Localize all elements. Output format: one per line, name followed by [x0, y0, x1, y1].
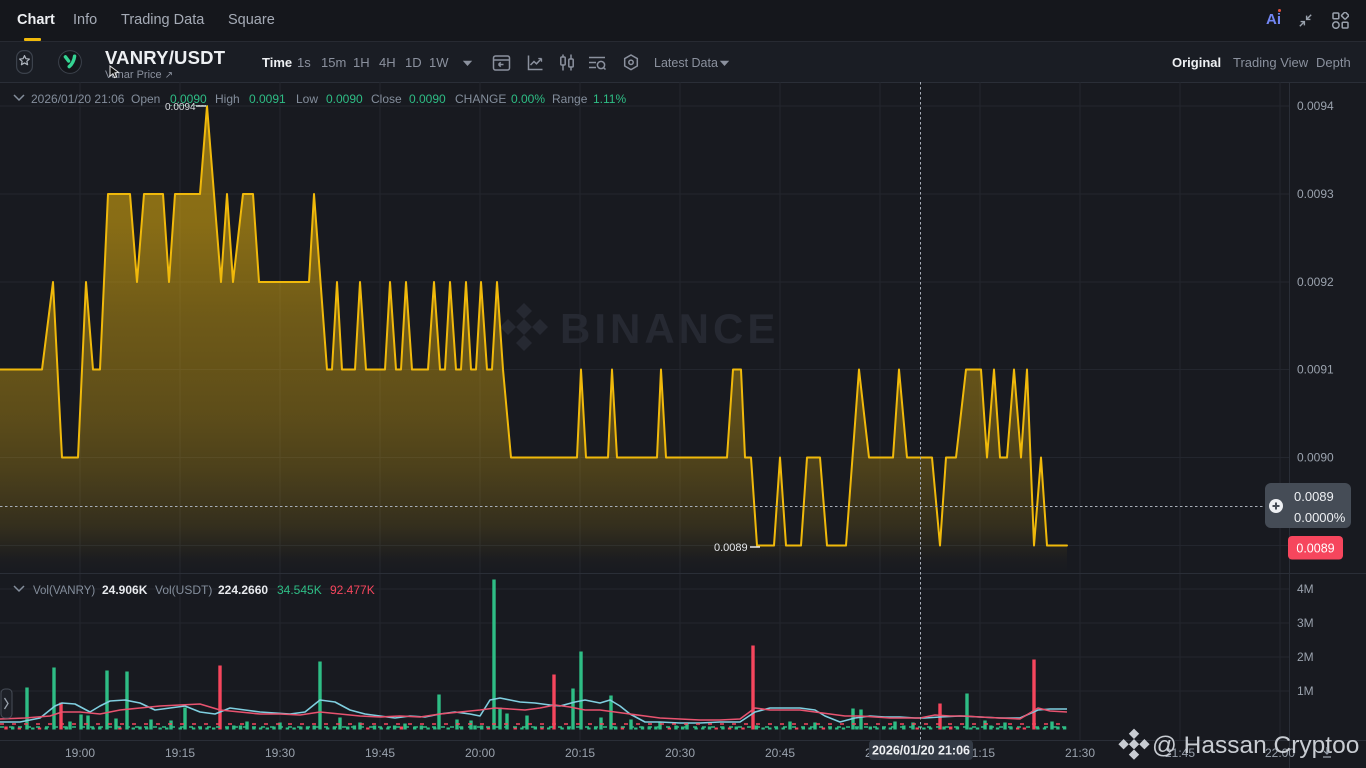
svg-text:CHANGE: CHANGE	[455, 92, 506, 106]
svg-text:2026/01/20 21:06: 2026/01/20 21:06	[31, 92, 125, 106]
svg-text:0.0090: 0.0090	[409, 92, 446, 106]
svg-text:Close: Close	[371, 92, 402, 106]
svg-text:Vol(VANRY): Vol(VANRY)	[33, 585, 95, 597]
svg-text:Open: Open	[131, 92, 160, 106]
svg-text:20:00: 20:00	[465, 746, 495, 760]
svg-text:BINANCE: BINANCE	[560, 305, 779, 352]
svg-text:0.0091: 0.0091	[249, 92, 286, 106]
svg-text:0.0089: 0.0089	[1294, 489, 1334, 504]
svg-text:19:45: 19:45	[365, 746, 395, 760]
svg-text:0.0090: 0.0090	[326, 92, 363, 106]
svg-text:20:45: 20:45	[765, 746, 795, 760]
svg-text:0.0092: 0.0092	[1297, 275, 1334, 289]
svg-text:Vol(USDT): Vol(USDT)	[155, 583, 212, 597]
svg-text:0.0090: 0.0090	[1297, 451, 1334, 465]
svg-text:3M: 3M	[1297, 616, 1314, 630]
svg-text:0.0093: 0.0093	[1297, 187, 1334, 201]
svg-text:1M: 1M	[1297, 684, 1314, 698]
svg-text:High: High	[215, 92, 240, 106]
svg-text:20:30: 20:30	[665, 746, 695, 760]
svg-text:1.11%: 1.11%	[593, 92, 626, 106]
svg-text:0.0089: 0.0089	[714, 542, 748, 554]
svg-text:19:30: 19:30	[265, 746, 295, 760]
svg-text:21:30: 21:30	[1065, 746, 1095, 760]
svg-text:0.0091: 0.0091	[1297, 363, 1334, 377]
svg-text:0.0000%: 0.0000%	[1294, 510, 1346, 525]
svg-text:0.0094: 0.0094	[165, 102, 196, 113]
svg-text:0.00%: 0.00%	[511, 92, 545, 106]
svg-text:19:00: 19:00	[65, 746, 95, 760]
svg-text:4M: 4M	[1297, 582, 1314, 596]
svg-text:20:15: 20:15	[565, 746, 595, 760]
svg-text:0.0094: 0.0094	[1297, 99, 1334, 113]
svg-text:@ Hassan Cryptoo: @ Hassan Cryptoo	[1152, 732, 1359, 759]
svg-text:34.545K: 34.545K	[277, 583, 322, 597]
svg-text:0.0089: 0.0089	[1296, 542, 1334, 556]
svg-text:24.906K: 24.906K	[102, 583, 148, 597]
svg-text:19:15: 19:15	[165, 746, 195, 760]
svg-text:Low: Low	[296, 92, 318, 106]
svg-text:224.2660: 224.2660	[218, 583, 268, 597]
svg-text:Range: Range	[552, 92, 588, 106]
svg-text:2026/01/20 21:06: 2026/01/20 21:06	[872, 744, 970, 758]
svg-text:2M: 2M	[1297, 650, 1314, 664]
svg-text:92.477K: 92.477K	[330, 583, 375, 597]
